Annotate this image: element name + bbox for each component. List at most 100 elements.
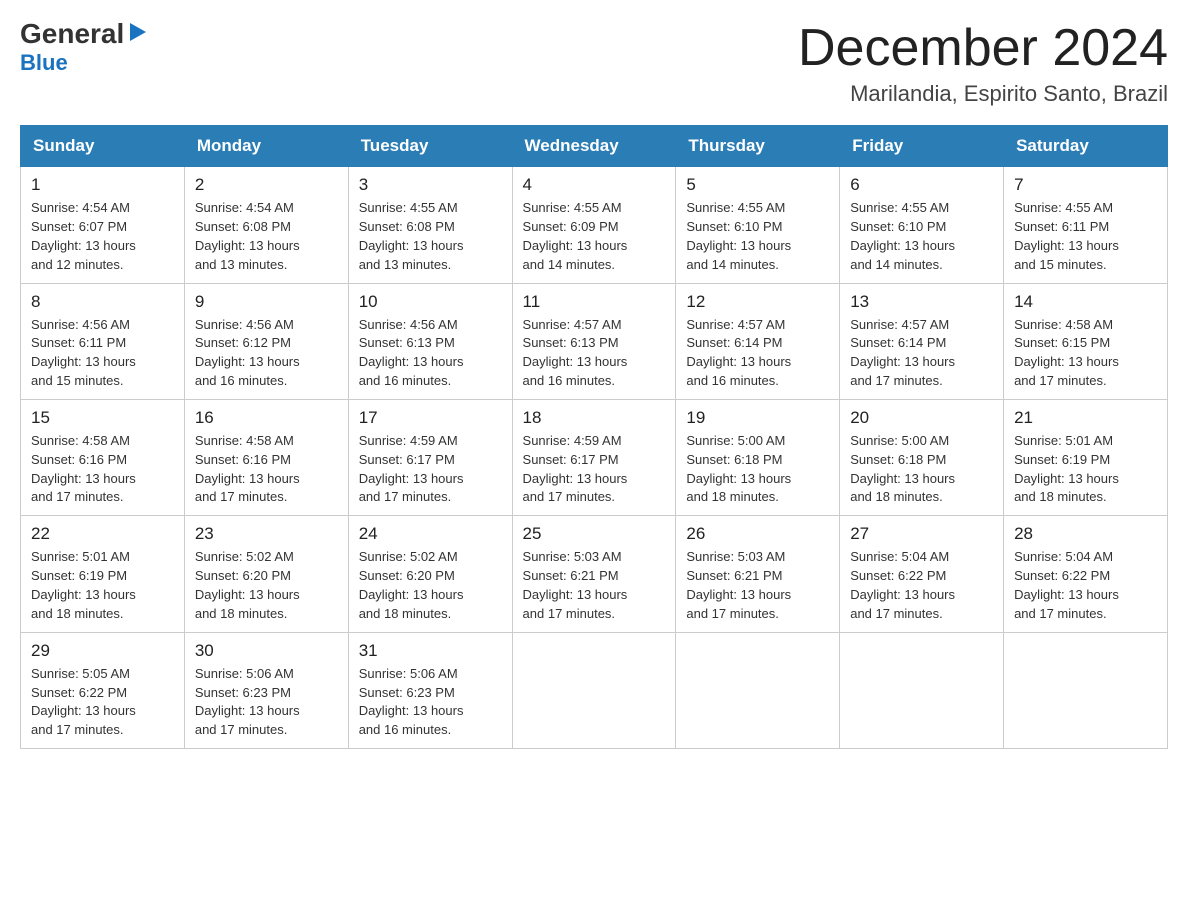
weekday-header-sunday: Sunday bbox=[21, 126, 185, 167]
day-number: 6 bbox=[850, 175, 993, 195]
day-number: 21 bbox=[1014, 408, 1157, 428]
weekday-header-saturday: Saturday bbox=[1004, 126, 1168, 167]
day-info: Sunrise: 5:04 AMSunset: 6:22 PMDaylight:… bbox=[850, 549, 955, 621]
calendar-cell: 6 Sunrise: 4:55 AMSunset: 6:10 PMDayligh… bbox=[840, 167, 1004, 283]
day-number: 8 bbox=[31, 292, 174, 312]
calendar-cell: 7 Sunrise: 4:55 AMSunset: 6:11 PMDayligh… bbox=[1004, 167, 1168, 283]
day-number: 25 bbox=[523, 524, 666, 544]
location-title: Marilandia, Espirito Santo, Brazil bbox=[798, 81, 1168, 107]
day-number: 28 bbox=[1014, 524, 1157, 544]
calendar-cell: 25 Sunrise: 5:03 AMSunset: 6:21 PMDaylig… bbox=[512, 516, 676, 632]
calendar-week-row: 29 Sunrise: 5:05 AMSunset: 6:22 PMDaylig… bbox=[21, 632, 1168, 748]
day-number: 29 bbox=[31, 641, 174, 661]
calendar-cell: 4 Sunrise: 4:55 AMSunset: 6:09 PMDayligh… bbox=[512, 167, 676, 283]
day-info: Sunrise: 5:03 AMSunset: 6:21 PMDaylight:… bbox=[523, 549, 628, 621]
weekday-header-tuesday: Tuesday bbox=[348, 126, 512, 167]
calendar-cell: 30 Sunrise: 5:06 AMSunset: 6:23 PMDaylig… bbox=[184, 632, 348, 748]
calendar-cell: 3 Sunrise: 4:55 AMSunset: 6:08 PMDayligh… bbox=[348, 167, 512, 283]
calendar-cell: 2 Sunrise: 4:54 AMSunset: 6:08 PMDayligh… bbox=[184, 167, 348, 283]
day-info: Sunrise: 4:59 AMSunset: 6:17 PMDaylight:… bbox=[523, 433, 628, 505]
calendar-cell: 9 Sunrise: 4:56 AMSunset: 6:12 PMDayligh… bbox=[184, 283, 348, 399]
calendar-cell: 16 Sunrise: 4:58 AMSunset: 6:16 PMDaylig… bbox=[184, 399, 348, 515]
calendar-cell: 24 Sunrise: 5:02 AMSunset: 6:20 PMDaylig… bbox=[348, 516, 512, 632]
day-number: 13 bbox=[850, 292, 993, 312]
day-info: Sunrise: 4:54 AMSunset: 6:08 PMDaylight:… bbox=[195, 200, 300, 272]
day-number: 5 bbox=[686, 175, 829, 195]
calendar-cell: 11 Sunrise: 4:57 AMSunset: 6:13 PMDaylig… bbox=[512, 283, 676, 399]
day-number: 16 bbox=[195, 408, 338, 428]
weekday-header-row: SundayMondayTuesdayWednesdayThursdayFrid… bbox=[21, 126, 1168, 167]
day-info: Sunrise: 5:02 AMSunset: 6:20 PMDaylight:… bbox=[359, 549, 464, 621]
day-number: 9 bbox=[195, 292, 338, 312]
calendar-cell: 27 Sunrise: 5:04 AMSunset: 6:22 PMDaylig… bbox=[840, 516, 1004, 632]
calendar-week-row: 1 Sunrise: 4:54 AMSunset: 6:07 PMDayligh… bbox=[21, 167, 1168, 283]
day-number: 27 bbox=[850, 524, 993, 544]
day-info: Sunrise: 5:01 AMSunset: 6:19 PMDaylight:… bbox=[1014, 433, 1119, 505]
day-info: Sunrise: 5:06 AMSunset: 6:23 PMDaylight:… bbox=[195, 666, 300, 738]
day-number: 4 bbox=[523, 175, 666, 195]
day-info: Sunrise: 4:57 AMSunset: 6:13 PMDaylight:… bbox=[523, 317, 628, 389]
weekday-header-monday: Monday bbox=[184, 126, 348, 167]
calendar-cell: 21 Sunrise: 5:01 AMSunset: 6:19 PMDaylig… bbox=[1004, 399, 1168, 515]
day-info: Sunrise: 4:55 AMSunset: 6:11 PMDaylight:… bbox=[1014, 200, 1119, 272]
day-info: Sunrise: 4:59 AMSunset: 6:17 PMDaylight:… bbox=[359, 433, 464, 505]
logo: General Blue bbox=[20, 20, 148, 76]
day-number: 23 bbox=[195, 524, 338, 544]
day-info: Sunrise: 5:06 AMSunset: 6:23 PMDaylight:… bbox=[359, 666, 464, 738]
day-number: 30 bbox=[195, 641, 338, 661]
day-number: 20 bbox=[850, 408, 993, 428]
calendar-cell: 28 Sunrise: 5:04 AMSunset: 6:22 PMDaylig… bbox=[1004, 516, 1168, 632]
day-info: Sunrise: 4:55 AMSunset: 6:08 PMDaylight:… bbox=[359, 200, 464, 272]
calendar-cell: 5 Sunrise: 4:55 AMSunset: 6:10 PMDayligh… bbox=[676, 167, 840, 283]
weekday-header-friday: Friday bbox=[840, 126, 1004, 167]
page-header: General Blue December 2024 Marilandia, E… bbox=[20, 20, 1168, 107]
day-number: 19 bbox=[686, 408, 829, 428]
logo-blue: Blue bbox=[20, 50, 68, 76]
day-number: 10 bbox=[359, 292, 502, 312]
calendar-cell: 23 Sunrise: 5:02 AMSunset: 6:20 PMDaylig… bbox=[184, 516, 348, 632]
day-info: Sunrise: 5:00 AMSunset: 6:18 PMDaylight:… bbox=[850, 433, 955, 505]
calendar-cell: 15 Sunrise: 4:58 AMSunset: 6:16 PMDaylig… bbox=[21, 399, 185, 515]
day-number: 12 bbox=[686, 292, 829, 312]
day-info: Sunrise: 4:58 AMSunset: 6:16 PMDaylight:… bbox=[195, 433, 300, 505]
day-info: Sunrise: 4:58 AMSunset: 6:16 PMDaylight:… bbox=[31, 433, 136, 505]
calendar-cell: 13 Sunrise: 4:57 AMSunset: 6:14 PMDaylig… bbox=[840, 283, 1004, 399]
weekday-header-wednesday: Wednesday bbox=[512, 126, 676, 167]
day-info: Sunrise: 4:56 AMSunset: 6:12 PMDaylight:… bbox=[195, 317, 300, 389]
day-info: Sunrise: 4:57 AMSunset: 6:14 PMDaylight:… bbox=[850, 317, 955, 389]
calendar-cell: 1 Sunrise: 4:54 AMSunset: 6:07 PMDayligh… bbox=[21, 167, 185, 283]
title-area: December 2024 Marilandia, Espirito Santo… bbox=[798, 20, 1168, 107]
calendar-cell: 29 Sunrise: 5:05 AMSunset: 6:22 PMDaylig… bbox=[21, 632, 185, 748]
day-info: Sunrise: 5:03 AMSunset: 6:21 PMDaylight:… bbox=[686, 549, 791, 621]
calendar-cell: 14 Sunrise: 4:58 AMSunset: 6:15 PMDaylig… bbox=[1004, 283, 1168, 399]
day-info: Sunrise: 4:55 AMSunset: 6:10 PMDaylight:… bbox=[850, 200, 955, 272]
calendar-cell: 31 Sunrise: 5:06 AMSunset: 6:23 PMDaylig… bbox=[348, 632, 512, 748]
calendar-cell: 8 Sunrise: 4:56 AMSunset: 6:11 PMDayligh… bbox=[21, 283, 185, 399]
month-title: December 2024 bbox=[798, 20, 1168, 77]
day-number: 15 bbox=[31, 408, 174, 428]
calendar-cell: 26 Sunrise: 5:03 AMSunset: 6:21 PMDaylig… bbox=[676, 516, 840, 632]
calendar-week-row: 8 Sunrise: 4:56 AMSunset: 6:11 PMDayligh… bbox=[21, 283, 1168, 399]
day-number: 11 bbox=[523, 292, 666, 312]
day-info: Sunrise: 4:55 AMSunset: 6:10 PMDaylight:… bbox=[686, 200, 791, 272]
calendar-table: SundayMondayTuesdayWednesdayThursdayFrid… bbox=[20, 125, 1168, 749]
day-number: 18 bbox=[523, 408, 666, 428]
day-number: 24 bbox=[359, 524, 502, 544]
calendar-week-row: 15 Sunrise: 4:58 AMSunset: 6:16 PMDaylig… bbox=[21, 399, 1168, 515]
day-number: 22 bbox=[31, 524, 174, 544]
calendar-cell: 10 Sunrise: 4:56 AMSunset: 6:13 PMDaylig… bbox=[348, 283, 512, 399]
day-number: 31 bbox=[359, 641, 502, 661]
calendar-cell bbox=[512, 632, 676, 748]
day-info: Sunrise: 5:05 AMSunset: 6:22 PMDaylight:… bbox=[31, 666, 136, 738]
day-info: Sunrise: 5:00 AMSunset: 6:18 PMDaylight:… bbox=[686, 433, 791, 505]
day-number: 7 bbox=[1014, 175, 1157, 195]
day-number: 14 bbox=[1014, 292, 1157, 312]
day-number: 2 bbox=[195, 175, 338, 195]
day-info: Sunrise: 4:54 AMSunset: 6:07 PMDaylight:… bbox=[31, 200, 136, 272]
day-info: Sunrise: 4:55 AMSunset: 6:09 PMDaylight:… bbox=[523, 200, 628, 272]
calendar-cell: 12 Sunrise: 4:57 AMSunset: 6:14 PMDaylig… bbox=[676, 283, 840, 399]
calendar-cell bbox=[676, 632, 840, 748]
day-info: Sunrise: 5:02 AMSunset: 6:20 PMDaylight:… bbox=[195, 549, 300, 621]
day-info: Sunrise: 5:01 AMSunset: 6:19 PMDaylight:… bbox=[31, 549, 136, 621]
day-info: Sunrise: 4:56 AMSunset: 6:13 PMDaylight:… bbox=[359, 317, 464, 389]
